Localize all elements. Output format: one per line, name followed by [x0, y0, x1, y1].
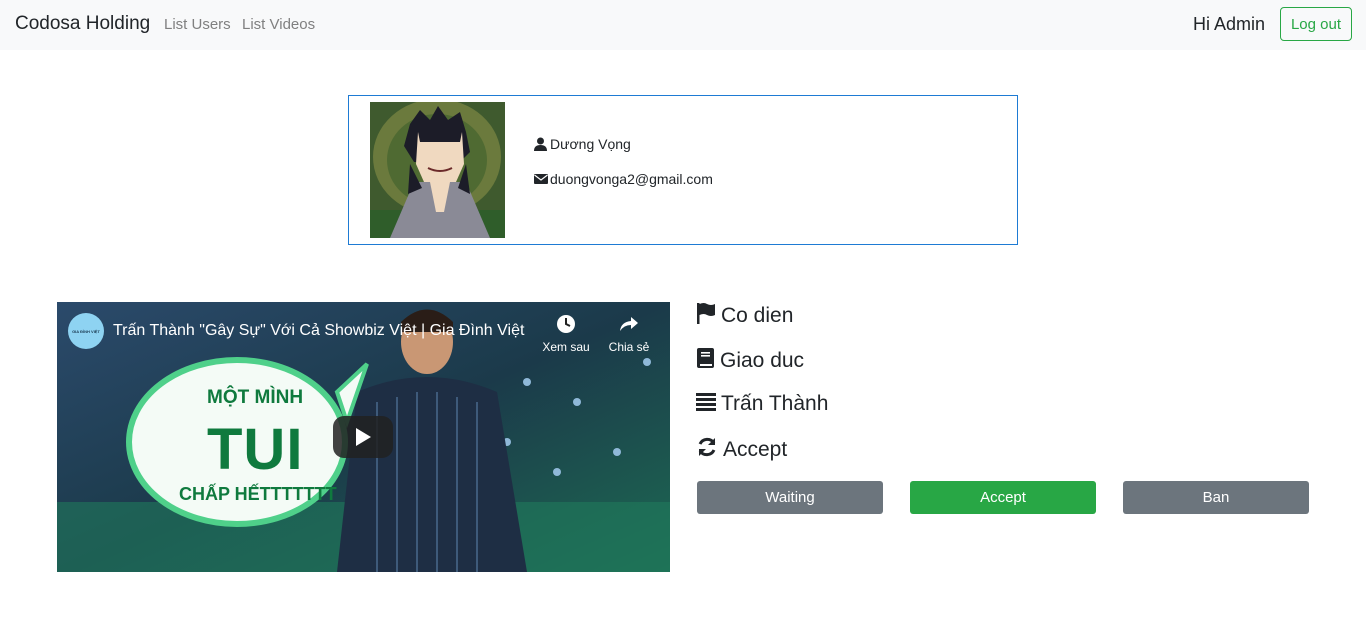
profile-email: duongvonga2@gmail.com	[550, 171, 713, 187]
watch-later-button[interactable]: Xem sau	[536, 314, 596, 354]
video-status: Accept	[723, 438, 788, 461]
thumbnail-text-2: TUI	[207, 417, 304, 482]
envelope-icon	[534, 172, 548, 186]
video-category: Co dien	[721, 304, 794, 327]
logout-button[interactable]: Log out	[1280, 7, 1352, 41]
status-row: Accept	[696, 436, 787, 464]
list-icon	[696, 391, 716, 417]
video-author: Trấn Thành	[721, 392, 829, 415]
share-icon	[620, 317, 638, 331]
refresh-icon	[696, 436, 718, 464]
watch-later-label: Xem sau	[542, 340, 590, 354]
play-button[interactable]	[333, 416, 393, 458]
profile-email-row: duongvonga2@gmail.com	[534, 171, 713, 187]
ban-button[interactable]: Ban	[1123, 481, 1309, 514]
navbar: Codosa Holding List Users List Videos Hi…	[0, 0, 1366, 50]
accept-button[interactable]: Accept	[910, 481, 1096, 514]
video-topic: Giao duc	[720, 349, 805, 372]
book-icon	[696, 347, 715, 375]
brand-link[interactable]: Codosa Holding	[15, 13, 150, 35]
thumbnail-text-3: CHẤP HẾTTTTTTT	[179, 484, 337, 504]
clock-icon	[557, 315, 575, 333]
flag-icon	[696, 302, 716, 330]
nav-list-videos[interactable]: List Videos	[242, 16, 315, 33]
profile-name-row: Dương Vọng	[534, 136, 631, 152]
share-label: Chia sẻ	[608, 340, 650, 354]
author-row: Trấn Thành	[696, 391, 828, 417]
video-title[interactable]: Trấn Thành "Gây Sự" Với Cả Showbiz Việt …	[113, 322, 524, 340]
avatar	[370, 102, 505, 238]
video-player[interactable]: GIA ĐÌNH VIỆT Trấn Thành "Gây Sự" Với Cả…	[57, 302, 670, 572]
channel-logo[interactable]: GIA ĐÌNH VIỆT	[68, 313, 104, 349]
nav-list-users[interactable]: List Users	[164, 16, 231, 33]
profile-card: Dương Vọng duongvonga2@gmail.com	[348, 95, 1018, 245]
profile-name: Dương Vọng	[550, 136, 631, 152]
topic-row: Giao duc	[696, 347, 804, 375]
user-greeting: Hi Admin	[1193, 14, 1266, 34]
share-button[interactable]: Chia sẻ	[599, 314, 659, 354]
user-icon	[534, 137, 547, 151]
category-row: Co dien	[696, 302, 793, 330]
play-icon	[356, 428, 371, 446]
waiting-button[interactable]: Waiting	[697, 481, 883, 514]
thumbnail-text-1: MỘT MÌNH	[207, 387, 304, 408]
